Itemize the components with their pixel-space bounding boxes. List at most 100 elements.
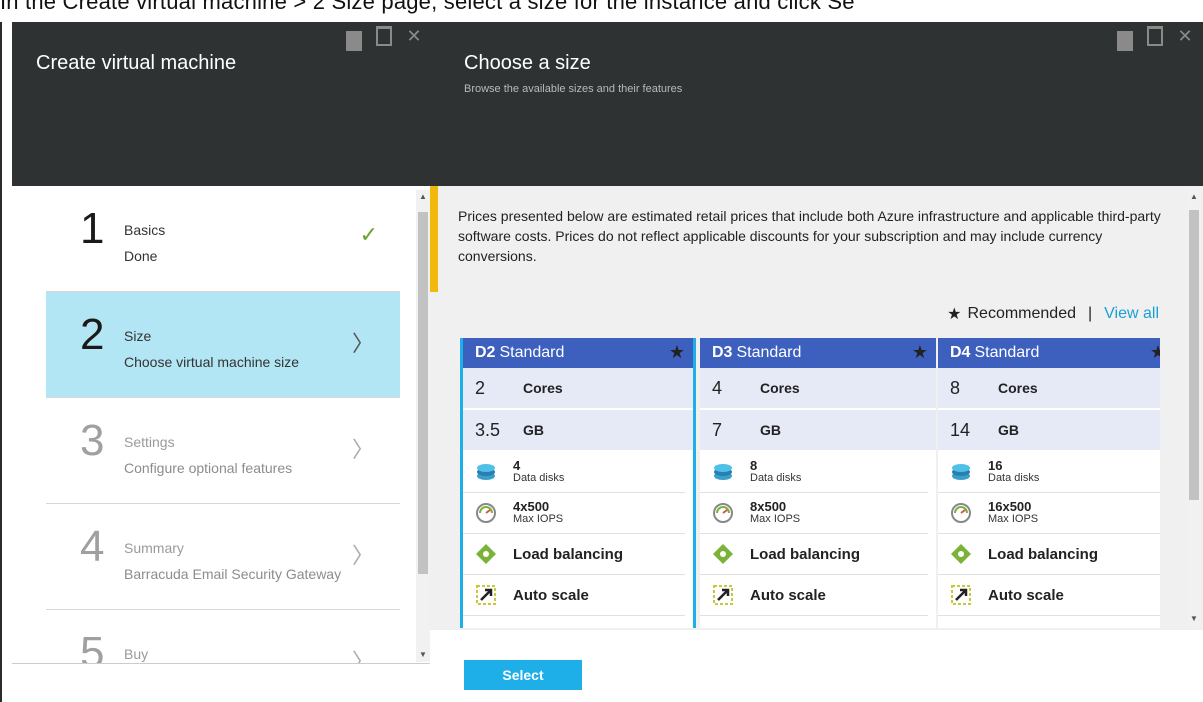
instruction-text-content: In the Create virtual machine > 2 Size p… [0, 0, 855, 14]
size-code: D4 [950, 344, 971, 361]
iops-label: Max IOPS [988, 513, 1039, 525]
size-tier: Standard [499, 344, 565, 361]
ram-row: 3.5 GB [463, 410, 693, 452]
scroll-up-icon[interactable]: ▲ [416, 190, 430, 204]
load-balancing-icon [951, 544, 971, 564]
iops-value: 16x500 [988, 499, 1032, 514]
star-icon: ★ [668, 342, 685, 362]
window-controls: ✕ [1117, 26, 1193, 51]
disks-label: Data disks [988, 472, 1040, 484]
disks-label: Data disks [750, 472, 802, 484]
size-list: Prices presented below are estimated ret… [430, 186, 1203, 702]
sizes-scrollbar[interactable]: ▲ ▼ [1187, 190, 1201, 626]
step-description: Done [124, 248, 158, 264]
iops-value: 4x500 [513, 499, 550, 514]
disks-value: 16 [988, 458, 1003, 473]
step-number: 4 [80, 522, 105, 571]
size-code: D3 [712, 344, 733, 361]
cores-label: Cores [760, 380, 800, 396]
cores-row: 2 Cores [463, 368, 693, 410]
iops-row: 4x500 Max IOPS [463, 493, 685, 534]
auto-scale-icon [713, 585, 733, 605]
step-basics[interactable]: 1 Basics Done ✓ [46, 186, 400, 292]
separator: | [1088, 305, 1093, 322]
size-card-d4[interactable]: D4 Standard ★ 8 Cores 14 GB 16 Data disks [938, 338, 1160, 628]
ram-label: GB [523, 422, 544, 438]
data-disks-icon [714, 464, 732, 480]
ram-value: 14 [950, 419, 971, 440]
ram-label: GB [998, 422, 1019, 438]
close-icon[interactable]: ✕ [406, 26, 422, 46]
maximize-icon[interactable] [1147, 26, 1163, 46]
auto-scale-row: Auto scale [938, 575, 1160, 616]
auto-scale-icon [951, 585, 971, 605]
pricing-info: Prices presented below are estimated ret… [458, 208, 1161, 264]
star-icon: ★ [947, 306, 962, 323]
cores-label: Cores [523, 380, 563, 396]
minimize-icon[interactable] [1117, 26, 1133, 51]
size-code: D2 [475, 344, 496, 361]
choose-size-header: Choose a size Browse the available sizes… [430, 22, 1203, 186]
iops-row: 16x500 Max IOPS [938, 493, 1160, 534]
disks-row: 4 Data disks [463, 452, 685, 493]
step-settings[interactable]: 3 Settings Configure optional features 〉 [46, 398, 400, 504]
gauge-icon [713, 503, 733, 523]
view-all-link[interactable]: View all [1104, 305, 1159, 323]
minimize-icon[interactable] [346, 26, 362, 51]
create-vm-blade: Create virtual machine ✕ 1 Basics Done ✓… [0, 22, 433, 702]
card-header: D3 Standard ★ [700, 338, 936, 368]
disks-value: 8 [750, 458, 758, 473]
step-summary[interactable]: 4 Summary Barracuda Email Security Gatew… [46, 504, 400, 610]
scroll-down-icon[interactable]: ▼ [416, 648, 430, 662]
load-balancing-label: Load balancing [513, 545, 624, 563]
steps-list: 1 Basics Done ✓ 2 Size Choose virtual ma… [12, 186, 432, 702]
step-description: Configure optional features [124, 460, 293, 476]
auto-scale-icon [476, 585, 496, 605]
recommended-label: Recommended [967, 305, 1077, 322]
card-header: D2 Standard ★ [463, 338, 693, 368]
select-button[interactable]: Select [464, 660, 582, 690]
cores-label: Cores [998, 380, 1038, 396]
size-card-d2[interactable]: D2 Standard ★ 2 Cores 3.5 GB 4 Data disks [460, 338, 696, 628]
gauge-icon [476, 503, 496, 523]
ram-row: 7 GB [700, 410, 936, 452]
step-number: 3 [80, 416, 105, 465]
disks-label: Data disks [513, 472, 565, 484]
chevron-right-icon: 〉 [351, 543, 374, 568]
maximize-icon[interactable] [376, 26, 392, 46]
auto-scale-label: Auto scale [988, 586, 1064, 604]
load-balancing-icon [476, 544, 496, 564]
size-card-d3[interactable]: D3 Standard ★ 4 Cores 7 GB 8Data disks [700, 338, 936, 628]
ram-row: 14 GB [938, 410, 1160, 452]
step-title: Size [124, 328, 152, 344]
size-tier: Standard [736, 344, 802, 361]
load-balancing-label: Load balancing [750, 545, 861, 563]
iops-value: 8x500 [750, 499, 787, 514]
auto-scale-row: Auto scale [700, 575, 928, 616]
load-balancing-row: Load balancing [463, 534, 685, 575]
steps-scrollbar[interactable]: ▲ ▼ [416, 190, 430, 662]
star-icon: ★ [1149, 342, 1160, 362]
step-number: 2 [80, 310, 105, 359]
load-balancing-row: Load balancing [700, 534, 928, 575]
data-disks-icon [477, 464, 495, 480]
disks-value: 4 [513, 458, 521, 473]
scroll-up-icon[interactable]: ▲ [1187, 190, 1201, 204]
close-icon[interactable]: ✕ [1177, 26, 1193, 46]
iops-label: Max IOPS [513, 513, 564, 525]
gauge-icon [951, 503, 971, 523]
scroll-down-icon[interactable]: ▼ [1187, 612, 1201, 626]
load-balancing-label: Load balancing [988, 545, 1099, 563]
disks-row: 16 Data disks [938, 452, 1160, 493]
scrollbar-thumb[interactable] [1189, 210, 1199, 500]
scrollbar-thumb[interactable] [418, 212, 428, 574]
cores-value: 4 [712, 377, 723, 398]
checkmark-icon: ✓ [359, 222, 378, 247]
chevron-right-icon: 〉 [351, 437, 374, 462]
step-title: Buy [124, 646, 149, 662]
star-icon: ★ [911, 342, 928, 362]
step-size[interactable]: 2 Size Choose virtual machine size 〉 [46, 292, 400, 398]
choose-size-blade: Choose a size Browse the available sizes… [430, 22, 1203, 702]
instruction-text: In the Create virtual machine > 2 Size p… [0, 0, 1203, 22]
info-bar-accent [430, 186, 438, 292]
